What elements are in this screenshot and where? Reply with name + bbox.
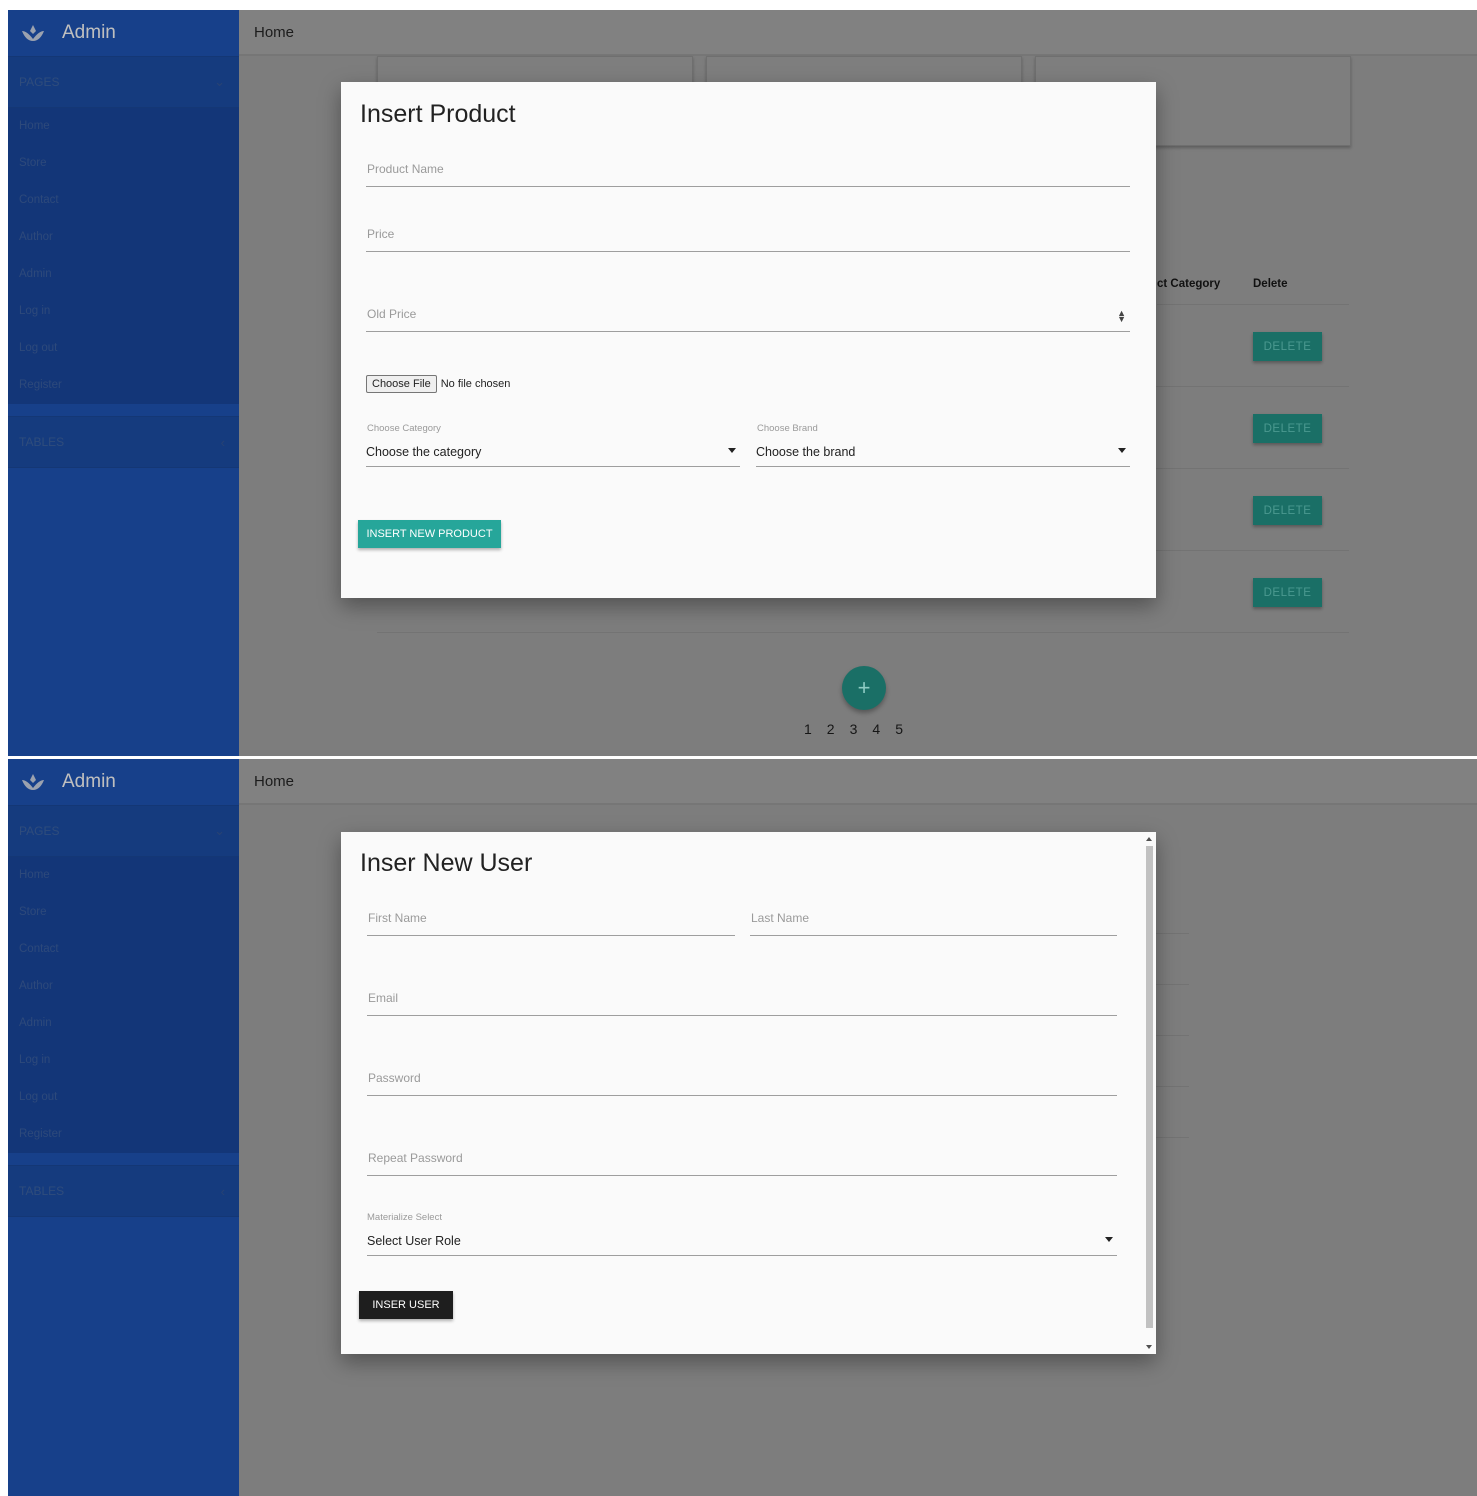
category-label: Choose Category (367, 423, 441, 434)
table-divider (1154, 1035, 1189, 1036)
old-price-field[interactable]: Old Price ▲ ▼ (366, 298, 1130, 332)
delete-button[interactable]: DELETE (1253, 578, 1322, 607)
placeholder: Last Name (751, 911, 810, 925)
caret-down-icon (1105, 1237, 1113, 1242)
password-field[interactable]: Password (367, 1062, 1117, 1096)
role-value: Select User Role (367, 1234, 461, 1248)
table-divider (1154, 984, 1189, 985)
table-divider (1154, 933, 1189, 934)
delete-button[interactable]: DELETE (1253, 496, 1322, 525)
brand-select[interactable]: Choose the brand (756, 439, 1130, 467)
insert-product-button[interactable]: INSERT NEW PRODUCT (358, 520, 501, 548)
page-link[interactable]: 3 (850, 721, 858, 737)
first-name-field[interactable]: First Name (367, 902, 735, 936)
breadcrumb[interactable]: Home (254, 24, 294, 41)
brand-value: Choose the brand (756, 445, 856, 459)
modal-overlay[interactable] (8, 759, 239, 1496)
screenshot-insert-product: Admin PAGES ⌄ Home Store Contact Author … (8, 10, 1477, 756)
table-divider (1157, 304, 1349, 305)
add-product-fab[interactable]: + (842, 666, 886, 710)
insert-user-button[interactable]: INSER USER (359, 1291, 453, 1319)
placeholder: Email (368, 991, 399, 1005)
page-link[interactable]: 5 (895, 721, 903, 737)
table-divider (1154, 1086, 1189, 1087)
placeholder: Product Name (367, 162, 444, 176)
modal-overlay[interactable] (8, 10, 239, 756)
number-spinner-icon[interactable]: ▲ ▼ (1117, 309, 1126, 324)
caret-down-icon (728, 448, 736, 453)
placeholder: Old Price (367, 307, 417, 321)
product-name-field[interactable]: Product Name (366, 153, 1130, 187)
modal-scrollbar[interactable] (1145, 834, 1154, 1352)
brand-label: Choose Brand (757, 423, 818, 434)
last-name-field[interactable]: Last Name (750, 902, 1117, 936)
modal-title: Insert Product (360, 100, 516, 128)
insert-user-modal: Inser New User First Name Last Name Emai… (341, 832, 1156, 1354)
table-header-delete: Delete (1253, 278, 1288, 290)
placeholder: Repeat Password (368, 1151, 463, 1165)
category-value: Choose the category (366, 445, 482, 459)
plus-icon: + (857, 675, 871, 700)
placeholder: Password (368, 1071, 421, 1085)
modal-title: Inser New User (360, 849, 533, 877)
scroll-down-icon[interactable] (1146, 1345, 1152, 1349)
topbar: Home (239, 10, 1477, 56)
choose-file-button[interactable]: Choose File (366, 375, 437, 393)
delete-button[interactable]: DELETE (1253, 332, 1322, 361)
scroll-up-icon[interactable] (1146, 837, 1152, 841)
price-field[interactable]: Price (366, 218, 1130, 252)
placeholder: Price (367, 227, 395, 241)
caret-down-icon (1118, 448, 1126, 453)
category-select[interactable]: Choose the category (366, 439, 740, 467)
email-field[interactable]: Email (367, 982, 1117, 1016)
file-input: Choose File No file chosen (366, 375, 510, 393)
table-header-category: ct Category (1157, 278, 1221, 290)
page-link[interactable]: 2 (827, 721, 835, 737)
table-divider (377, 632, 1349, 633)
table-divider (1154, 1137, 1189, 1138)
user-role-select[interactable]: Select User Role (367, 1228, 1117, 1256)
screenshot-insert-user: Admin PAGES ⌄ Home Store Contact Author … (8, 759, 1477, 1496)
topbar: Home (239, 759, 1477, 805)
repeat-password-field[interactable]: Repeat Password (367, 1142, 1117, 1176)
pagination: 1 2 3 4 5 (804, 721, 903, 737)
role-label: Materialize Select (367, 1212, 442, 1223)
file-status: No file chosen (440, 378, 511, 390)
scroll-thumb[interactable] (1146, 846, 1153, 1328)
delete-button[interactable]: DELETE (1253, 414, 1322, 443)
insert-product-modal: Insert Product Product Name Price Old Pr… (341, 82, 1156, 598)
page-link[interactable]: 1 (804, 721, 812, 737)
placeholder: First Name (368, 911, 427, 925)
breadcrumb[interactable]: Home (254, 773, 294, 790)
page-link[interactable]: 4 (872, 721, 880, 737)
